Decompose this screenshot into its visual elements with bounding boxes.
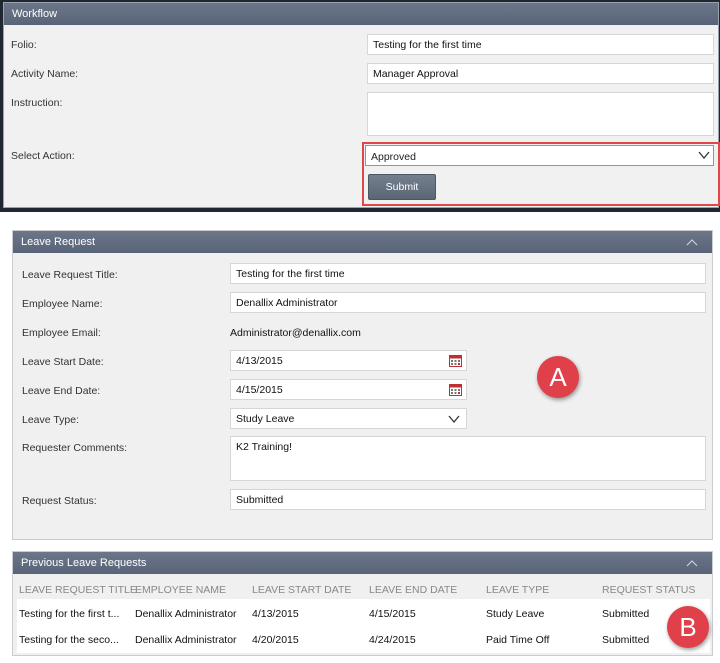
workflow-header: Workflow <box>4 3 718 25</box>
leave-title-field[interactable]: Testing for the first time <box>230 263 706 284</box>
column-header[interactable]: EMPLOYEE NAME <box>135 584 226 596</box>
table-cell: 4/13/2015 <box>252 608 299 620</box>
column-header[interactable]: LEAVE REQUEST TITLE <box>19 584 137 596</box>
leave-request-header: Leave Request <box>13 231 712 253</box>
table-cell: Paid Time Off <box>486 634 550 646</box>
chevron-up-icon[interactable] <box>686 557 698 569</box>
table-cell: 4/20/2015 <box>252 634 299 646</box>
leave-type-select[interactable]: Study Leave <box>230 408 467 429</box>
previous-requests-title: Previous Leave Requests <box>21 557 147 569</box>
table-cell: Testing for the first t... <box>19 608 120 620</box>
table-cell: Submitted <box>602 608 650 620</box>
leave-start-value: 4/13/2015 <box>236 355 283 367</box>
leave-request-panel: Leave Request Leave Request Title: Testi… <box>12 230 713 540</box>
table-cell: Submitted <box>602 634 650 646</box>
requester-comments-label: Requester Comments: <box>22 442 128 454</box>
leave-start-field[interactable]: 4/13/2015 <box>230 350 467 371</box>
leave-type-label: Leave Type: <box>22 414 80 426</box>
employee-name-label: Employee Name: <box>22 298 103 310</box>
table-cell: 4/15/2015 <box>369 608 416 620</box>
folio-field[interactable]: Testing for the first time <box>367 34 714 55</box>
column-header[interactable]: LEAVE TYPE <box>486 584 549 596</box>
previous-requests-panel: Previous Leave Requests LEAVE REQUEST TI… <box>12 551 713 656</box>
table-cell: Denallix Administrator <box>135 634 237 646</box>
instruction-label: Instruction: <box>11 97 63 109</box>
employee-name-field[interactable]: Denallix Administrator <box>230 292 706 313</box>
previous-requests-header: Previous Leave Requests <box>13 552 712 574</box>
workflow-title: Workflow <box>12 8 58 20</box>
column-header[interactable]: LEAVE START DATE <box>252 584 351 596</box>
chevron-up-icon[interactable] <box>686 236 698 248</box>
calendar-icon[interactable] <box>449 354 462 367</box>
requester-comments-field[interactable]: K2 Training! <box>230 436 706 481</box>
employee-email-value: Administrator@denallix.com <box>230 327 361 339</box>
leave-end-field[interactable]: 4/15/2015 <box>230 379 467 400</box>
submit-button[interactable]: Submit <box>368 174 436 200</box>
request-status-field[interactable]: Submitted <box>230 489 706 510</box>
leave-end-value: 4/15/2015 <box>236 384 283 396</box>
annotation-badge-a: A <box>537 356 579 398</box>
leave-end-label: Leave End Date: <box>22 385 101 397</box>
leave-type-value: Study Leave <box>236 413 295 425</box>
leave-start-label: Leave Start Date: <box>22 356 104 368</box>
activity-name-field[interactable]: Manager Approval <box>367 63 714 84</box>
request-status-label: Request Status: <box>22 495 97 507</box>
table-row[interactable]: Testing for the first t... Denallix Admi… <box>17 599 710 626</box>
annotation-badge-b: B <box>667 606 709 648</box>
leave-request-title: Leave Request <box>21 236 95 248</box>
activity-name-label: Activity Name: <box>11 68 79 80</box>
table-cell: Testing for the seco... <box>19 634 119 646</box>
requests-table: Testing for the first t... Denallix Admi… <box>17 599 710 653</box>
calendar-icon[interactable] <box>449 383 462 396</box>
select-action-label: Select Action: <box>11 150 75 162</box>
instruction-field[interactable] <box>367 92 714 136</box>
column-header[interactable]: REQUEST STATUS <box>602 584 695 596</box>
employee-email-label: Employee Email: <box>22 327 101 339</box>
folio-label: Folio: <box>11 39 37 51</box>
table-cell: Study Leave <box>486 608 545 620</box>
column-header[interactable]: LEAVE END DATE <box>369 584 457 596</box>
chevron-down-icon <box>698 151 710 160</box>
action-select[interactable]: Approved <box>365 145 714 166</box>
table-row[interactable]: Testing for the seco... Denallix Adminis… <box>17 626 710 653</box>
table-cell: 4/24/2015 <box>369 634 416 646</box>
chevron-down-icon <box>448 415 460 424</box>
table-cell: Denallix Administrator <box>135 608 237 620</box>
leave-title-label: Leave Request Title: <box>22 269 118 281</box>
action-select-value: Approved <box>371 151 416 163</box>
